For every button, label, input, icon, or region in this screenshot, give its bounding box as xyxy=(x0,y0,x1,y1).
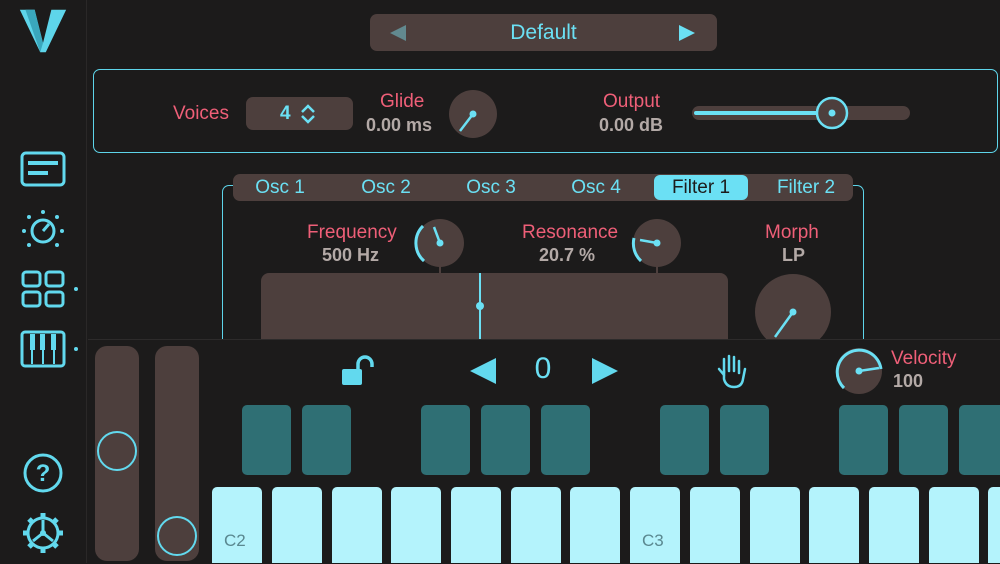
black-key[interactable] xyxy=(421,405,470,475)
white-key[interactable] xyxy=(690,487,740,563)
octave-up-button[interactable] xyxy=(590,356,620,386)
pitch-bend-handle[interactable] xyxy=(97,431,137,471)
white-key-c3[interactable]: C3 xyxy=(630,487,680,563)
voices-stepper[interactable]: 4 xyxy=(246,97,353,130)
white-key[interactable] xyxy=(869,487,919,563)
keyboard-icon[interactable] xyxy=(18,328,68,370)
help-icon[interactable]: ? xyxy=(18,452,68,494)
hold-hand-icon[interactable] xyxy=(714,353,748,389)
glide-label: Glide xyxy=(380,91,425,112)
oscillator-filter-tabs: Osc 1 Osc 2 Osc 3 Osc 4 Filter 1 Filter … xyxy=(233,174,853,201)
key-label: C2 xyxy=(224,531,246,550)
preset-name[interactable]: Default xyxy=(370,14,717,51)
tab-osc-4[interactable]: Osc 4 xyxy=(549,174,643,201)
morph-value: LP xyxy=(782,245,806,265)
black-key[interactable] xyxy=(302,405,351,475)
black-key[interactable] xyxy=(899,405,948,475)
black-key[interactable] xyxy=(481,405,530,475)
tab-filter-1[interactable]: Filter 1 xyxy=(654,175,748,200)
frequency-value: 500 Hz xyxy=(322,245,380,265)
octave-value: 0 xyxy=(534,352,552,385)
black-key[interactable] xyxy=(541,405,590,475)
morph-label: Morph xyxy=(765,222,819,243)
velocity-label: Velocity xyxy=(891,348,957,369)
cutoff-handle[interactable] xyxy=(476,302,484,310)
settings-icon[interactable] xyxy=(18,512,68,554)
key-label: C3 xyxy=(642,531,664,550)
white-key[interactable] xyxy=(332,487,382,563)
output-slider[interactable] xyxy=(692,96,912,132)
resonance-knob[interactable] xyxy=(631,218,683,274)
white-key[interactable] xyxy=(570,487,620,563)
white-key[interactable] xyxy=(451,487,501,563)
white-key[interactable] xyxy=(272,487,322,563)
glide-value: 0.00 ms xyxy=(366,115,433,135)
mod-wheel-strip[interactable] xyxy=(155,346,199,561)
octave-down-button[interactable] xyxy=(468,356,498,386)
white-key[interactable] xyxy=(511,487,561,563)
resonance-label: Resonance xyxy=(522,222,619,243)
white-key-c2[interactable]: C2 xyxy=(212,487,262,563)
frequency-label: Frequency xyxy=(307,222,397,243)
svg-text:?: ? xyxy=(36,460,51,487)
unlock-icon[interactable] xyxy=(340,355,378,387)
preset-editor-icon[interactable] xyxy=(18,148,68,190)
grid-active-dot xyxy=(74,287,78,291)
frequency-knob[interactable] xyxy=(414,218,466,274)
tab-filter-2[interactable]: Filter 2 xyxy=(759,174,853,201)
tab-osc-3[interactable]: Osc 3 xyxy=(444,174,538,201)
output-label: Output xyxy=(603,91,661,112)
white-key[interactable] xyxy=(988,487,1000,563)
black-key[interactable] xyxy=(660,405,709,475)
grid-icon[interactable] xyxy=(18,268,68,310)
white-key[interactable] xyxy=(809,487,859,563)
preset-selector: Default xyxy=(370,14,717,51)
velocity-value: 100 xyxy=(893,371,924,391)
stepper-up-down-icon xyxy=(301,104,315,124)
output-value: 0.00 dB xyxy=(599,115,664,135)
white-key[interactable] xyxy=(391,487,441,563)
next-preset-button[interactable] xyxy=(667,14,707,51)
black-key[interactable] xyxy=(959,405,1000,475)
logo-icon[interactable] xyxy=(18,9,68,53)
morph-knob[interactable] xyxy=(754,273,832,339)
voices-value: 4 xyxy=(280,103,291,124)
resonance-value: 20.7 % xyxy=(539,245,596,265)
velocity-knob[interactable] xyxy=(834,346,884,396)
glide-knob[interactable] xyxy=(447,88,499,140)
keyboard-active-dot xyxy=(74,347,78,351)
mod-wheel-handle[interactable] xyxy=(157,516,197,556)
pitch-bend-strip[interactable] xyxy=(95,346,139,561)
white-key[interactable] xyxy=(929,487,979,563)
filter-response-graph[interactable] xyxy=(261,273,728,343)
white-key[interactable] xyxy=(750,487,800,563)
black-key[interactable] xyxy=(242,405,291,475)
black-key[interactable] xyxy=(839,405,888,475)
tab-osc-2[interactable]: Osc 2 xyxy=(339,174,433,201)
voices-label: Voices xyxy=(173,103,229,124)
sidebar: ? xyxy=(0,0,87,563)
tab-osc-1[interactable]: Osc 1 xyxy=(233,174,327,201)
tuning-icon[interactable] xyxy=(18,209,68,251)
black-key[interactable] xyxy=(720,405,769,475)
